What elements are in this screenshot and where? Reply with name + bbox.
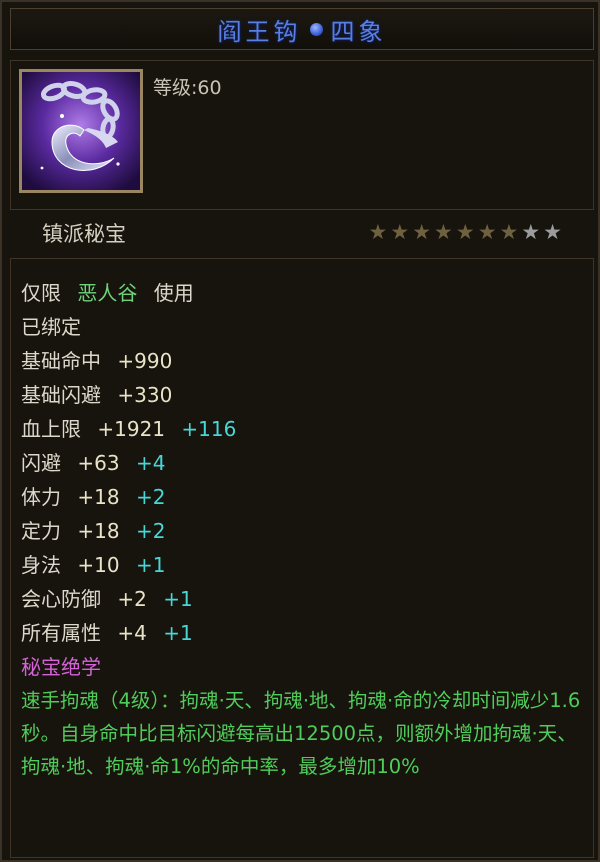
stat-bonus: +2 — [135, 519, 166, 543]
stat-row: 血上限 +1921 +116 — [21, 413, 236, 442]
star-filled-icon: ★ — [455, 220, 475, 244]
stat-base: +4 — [117, 621, 147, 645]
item-level: 等级:60 — [153, 77, 222, 99]
star-filled-icon: ★ — [390, 220, 410, 244]
item-category: 镇派秘宝 — [42, 222, 126, 246]
stat-name: 血上限 — [21, 417, 81, 441]
star-empty-icon: ★ — [521, 220, 541, 244]
hook-chain-icon — [19, 69, 143, 193]
stat-name: 体力 — [21, 485, 61, 509]
stat-base: +18 — [77, 519, 120, 543]
stat-name: 所有属性 — [21, 621, 101, 645]
stat-bonus: +1 — [163, 621, 193, 645]
star-filled-icon: ★ — [434, 220, 453, 244]
restriction-suffix: 使用 — [153, 281, 194, 305]
category-row: 镇派秘宝 ★ ★ ★ ★ ★ ★ ★ ★ ★ — [10, 214, 592, 252]
item-header: 等级:60 — [10, 60, 594, 210]
stat-base: +63 — [77, 451, 120, 475]
stat-base: +2 — [117, 587, 147, 611]
faction-restriction: 仅限 恶人谷 使用 — [21, 277, 194, 306]
stat-row: 基础闪避 +330 — [21, 379, 172, 408]
stat-row: 闪避 +63 +4 — [21, 447, 165, 476]
item-title-bar: 阎王钩 四象 — [10, 8, 594, 50]
stat-row: 身法 +10 +1 — [21, 549, 165, 578]
restriction-faction: 恶人谷 — [77, 281, 138, 305]
star-rating: ★ ★ ★ ★ ★ ★ ★ ★ ★ — [369, 222, 562, 243]
item-tooltip: 阎王钩 四象 等级:60 镇派秘宝 ★ ★ ★ ★ ★ ★ ★ ★ ★ 仅限 恶… — [0, 0, 600, 862]
stat-base: +990 — [117, 349, 173, 373]
star-filled-icon: ★ — [412, 220, 432, 244]
stat-name: 闪避 — [21, 451, 61, 475]
item-variant: 四象 — [330, 17, 387, 46]
stat-base: +10 — [77, 553, 120, 577]
skill-description: 速手拘魂（4级）：拘魂·天、拘魂·地、拘魂·命的冷却时间减少1.6秒。自身命中比… — [21, 689, 581, 778]
bullet-dot-icon — [309, 22, 323, 36]
stat-bonus: +2 — [135, 485, 166, 509]
skill-header: 秘宝绝学 — [21, 655, 101, 679]
stat-row: 会心防御 +2 +1 — [21, 583, 193, 612]
stat-bonus: +1 — [163, 587, 193, 611]
star-filled-icon: ★ — [499, 220, 519, 244]
stat-name: 会心防御 — [21, 587, 101, 611]
item-details: 仅限 恶人谷 使用 已绑定 基础命中 +990 基础闪避 +330 血上限 +1… — [10, 258, 594, 858]
star-filled-icon: ★ — [477, 220, 497, 244]
stat-row: 基础命中 +990 — [21, 345, 172, 374]
stat-base: +1921 — [97, 417, 166, 441]
stat-row: 定力 +18 +2 — [21, 515, 165, 544]
stat-name: 身法 — [21, 553, 61, 577]
stat-bonus: +4 — [135, 451, 166, 475]
stat-name: 基础命中 — [21, 349, 101, 373]
stat-bonus: +116 — [181, 417, 237, 441]
stat-base: +330 — [117, 383, 173, 407]
stat-row: 所有属性 +4 +1 — [21, 617, 193, 646]
star-filled-icon: ★ — [368, 220, 388, 244]
restriction-prefix: 仅限 — [21, 281, 61, 305]
stat-bonus: +1 — [135, 553, 166, 577]
stat-name: 基础闪避 — [21, 383, 101, 407]
stat-base: +18 — [77, 485, 120, 509]
stat-row: 体力 +18 +2 — [21, 481, 165, 510]
item-name: 阎王钩 — [217, 17, 302, 46]
stat-name: 定力 — [21, 519, 61, 543]
bound-status: 已绑定 — [21, 315, 81, 339]
star-empty-icon: ★ — [543, 220, 562, 244]
